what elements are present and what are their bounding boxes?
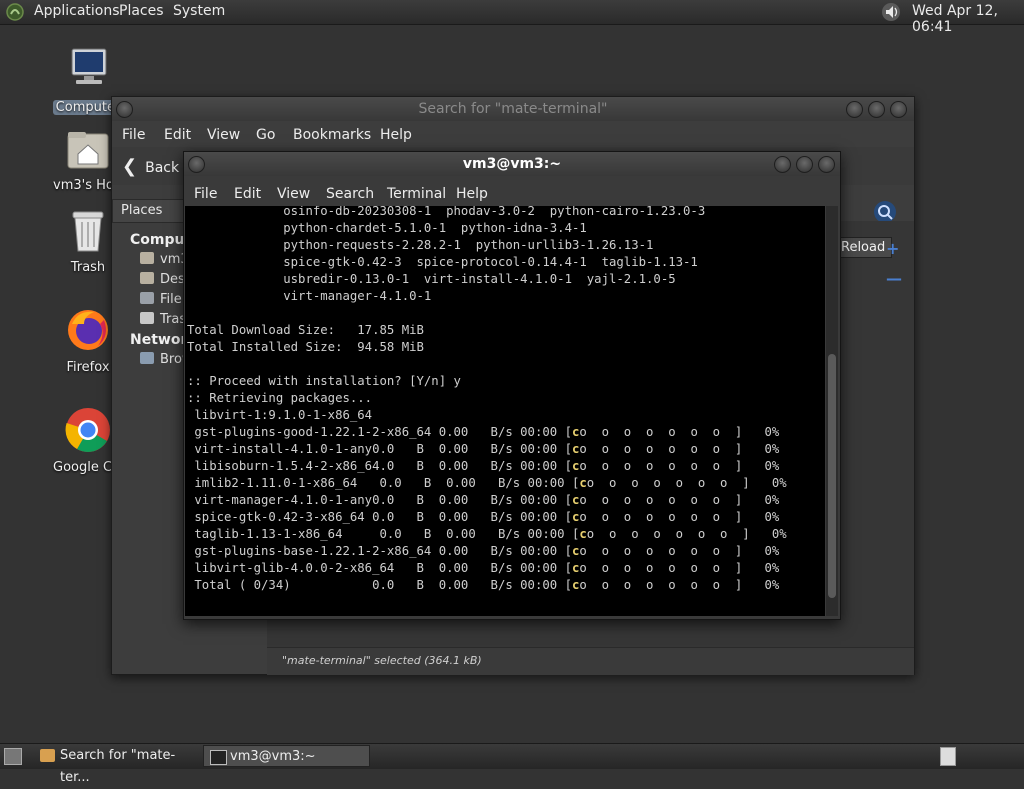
menu-system[interactable]: System xyxy=(173,3,225,19)
terminal-line: python-chardet-5.1.0-1 python-idna-3.4-1 xyxy=(187,221,587,235)
minimize-icon[interactable] xyxy=(774,156,791,173)
menu-edit[interactable]: Edit xyxy=(164,127,191,143)
task-search-window[interactable]: Search for "mate-ter... xyxy=(34,745,202,785)
top-panel: Applications Places System Wed Apr 12, 0… xyxy=(0,0,1024,35)
maximize-icon[interactable] xyxy=(868,101,885,118)
menu-applications[interactable]: Applications xyxy=(34,3,120,19)
terminal-titlebar[interactable]: vm3@vm3:~ xyxy=(184,152,840,176)
search-icon[interactable] xyxy=(874,201,896,223)
terminal-line: :: Proceed with installation? [Y/n] y xyxy=(187,374,461,388)
home-folder-icon xyxy=(67,132,109,169)
reload-button[interactable]: Reload xyxy=(834,237,893,258)
terminal-line: virt-manager-4.1.0-1 xyxy=(187,289,432,303)
back-button[interactable]: ❮ Back xyxy=(122,156,179,177)
terminal-line: spice-gtk-0.42-3-x86_64 0.0 B 0.00 B/s 0… xyxy=(187,510,780,524)
bottom-panel: Search for "mate-ter... vm3@vm3:~ xyxy=(0,743,1024,785)
terminal-line: libvirt-glib-4.0.0-2-x86_64 B 0.00 B/s 0… xyxy=(187,561,780,575)
menu-places[interactable]: Places xyxy=(119,3,164,19)
volume-icon[interactable] xyxy=(880,2,902,22)
menu-help[interactable]: Help xyxy=(380,127,412,143)
close-icon[interactable] xyxy=(890,101,907,118)
workspace-switcher-icon[interactable] xyxy=(940,747,956,766)
menu-edit[interactable]: Edit xyxy=(234,186,261,202)
terminal-line: imlib2-1.11.0-1-x86_64 0.0 B 0.00 B/s 00… xyxy=(187,476,787,490)
menu-bookmarks[interactable]: Bookmarks xyxy=(293,127,371,143)
drive-icon xyxy=(140,292,154,304)
clock[interactable]: Wed Apr 12, 06:41 xyxy=(912,3,1024,35)
back-arrow-icon: ❮ xyxy=(122,156,138,177)
computer-icon xyxy=(71,48,107,84)
terminal-line: Total Installed Size: 94.58 MiB xyxy=(187,340,424,354)
chrome-icon xyxy=(65,408,110,452)
trash-small-icon xyxy=(140,312,154,324)
magnifier-icon xyxy=(878,205,893,220)
menu-file[interactable]: File xyxy=(122,127,145,143)
terminal-title: vm3@vm3:~ xyxy=(462,156,562,172)
remove-criterion-icon[interactable]: — xyxy=(886,269,902,288)
task-label: vm3@vm3:~ xyxy=(230,749,316,764)
trash-icon xyxy=(72,211,104,252)
network-icon xyxy=(140,352,154,364)
terminal-screen[interactable]: osinfo-db-20230308-1 phodav-3.0-2 python… xyxy=(185,206,825,616)
terminal-line: :: Retrieving packages... xyxy=(187,391,373,405)
terminal-icon xyxy=(210,750,227,765)
terminal-line: libvirt-1:9.1.0-1-x86_64 xyxy=(187,408,373,422)
terminal-window: vm3@vm3:~ File Edit View Search Terminal… xyxy=(183,151,841,620)
close-icon[interactable] xyxy=(818,156,835,173)
places-label: Places xyxy=(121,203,163,218)
terminal-line: virt-install-4.1.0-1-any0.0 B 0.00 B/s 0… xyxy=(187,442,780,456)
terminal-line: Total Download Size: 17.85 MiB xyxy=(187,323,424,337)
menu-help[interactable]: Help xyxy=(456,186,488,202)
scrollbar-thumb[interactable] xyxy=(828,354,836,598)
terminal-line: spice-gtk-0.42-3 spice-protocol-0.14.4-1… xyxy=(187,255,698,269)
terminal-line: Total ( 0/34) 0.0 B 0.00 B/s 00:00 [co o… xyxy=(187,578,780,592)
caja-menubar: File Edit View Go Bookmarks Help xyxy=(112,123,914,147)
menu-file[interactable]: File xyxy=(194,186,217,202)
terminal-line: usbredir-0.13.0-1 virt-install-4.1.0-1 y… xyxy=(187,272,676,286)
menu-terminal[interactable]: Terminal xyxy=(387,186,446,202)
caja-title: Search for "mate-terminal" xyxy=(418,101,608,117)
firefox-icon xyxy=(68,310,108,350)
terminal-line: taglib-1.13-1-x86_64 0.0 B 0.00 B/s 00:0… xyxy=(187,527,787,541)
menu-view[interactable]: View xyxy=(207,127,240,143)
terminal-line: python-requests-2.28.2-1 python-urllib3-… xyxy=(187,238,654,252)
terminal-menubar: File Edit View Search Terminal Help xyxy=(184,182,840,206)
terminal-line: virt-manager-4.1.0-1-any0.0 B 0.00 B/s 0… xyxy=(187,493,780,507)
show-desktop-icon[interactable] xyxy=(4,748,22,765)
terminal-line: gst-plugins-good-1.22.1-2-x86_64 0.00 B/… xyxy=(187,425,780,439)
add-criterion-icon[interactable]: + xyxy=(886,239,899,258)
back-label: Back xyxy=(145,160,180,176)
terminal-line: libisoburn-1.5.4-2-x86_64.0 B 0.00 B/s 0… xyxy=(187,459,780,473)
terminal-line: osinfo-db-20230308-1 phodav-3.0-2 python… xyxy=(187,206,706,218)
menu-search[interactable]: Search xyxy=(326,186,374,202)
task-terminal[interactable]: vm3@vm3:~ xyxy=(203,745,370,767)
window-menu-icon[interactable] xyxy=(188,156,205,173)
sidebar-item-home[interactable]: vm3 xyxy=(140,252,189,267)
task-label: Search for "mate-ter... xyxy=(60,748,176,785)
mate-logo-icon[interactable] xyxy=(6,3,24,21)
terminal-output: osinfo-db-20230308-1 phodav-3.0-2 python… xyxy=(187,206,787,594)
caja-titlebar[interactable]: Search for "mate-terminal" xyxy=(112,97,914,121)
terminal-scrollbar[interactable] xyxy=(826,206,838,616)
desktop-folder-icon xyxy=(140,272,154,284)
maximize-icon[interactable] xyxy=(796,156,813,173)
status-bar: "mate-terminal" selected (364.1 kB) xyxy=(267,647,914,675)
menu-view[interactable]: View xyxy=(277,186,310,202)
status-text: "mate-terminal" selected (364.1 kB) xyxy=(282,654,482,667)
home-icon xyxy=(140,252,154,264)
terminal-line: gst-plugins-base-1.22.1-2-x86_64 0.00 B/… xyxy=(187,544,780,558)
menu-go[interactable]: Go xyxy=(256,127,275,143)
window-menu-icon[interactable] xyxy=(116,101,133,118)
folder-icon xyxy=(40,749,55,762)
minimize-icon[interactable] xyxy=(846,101,863,118)
